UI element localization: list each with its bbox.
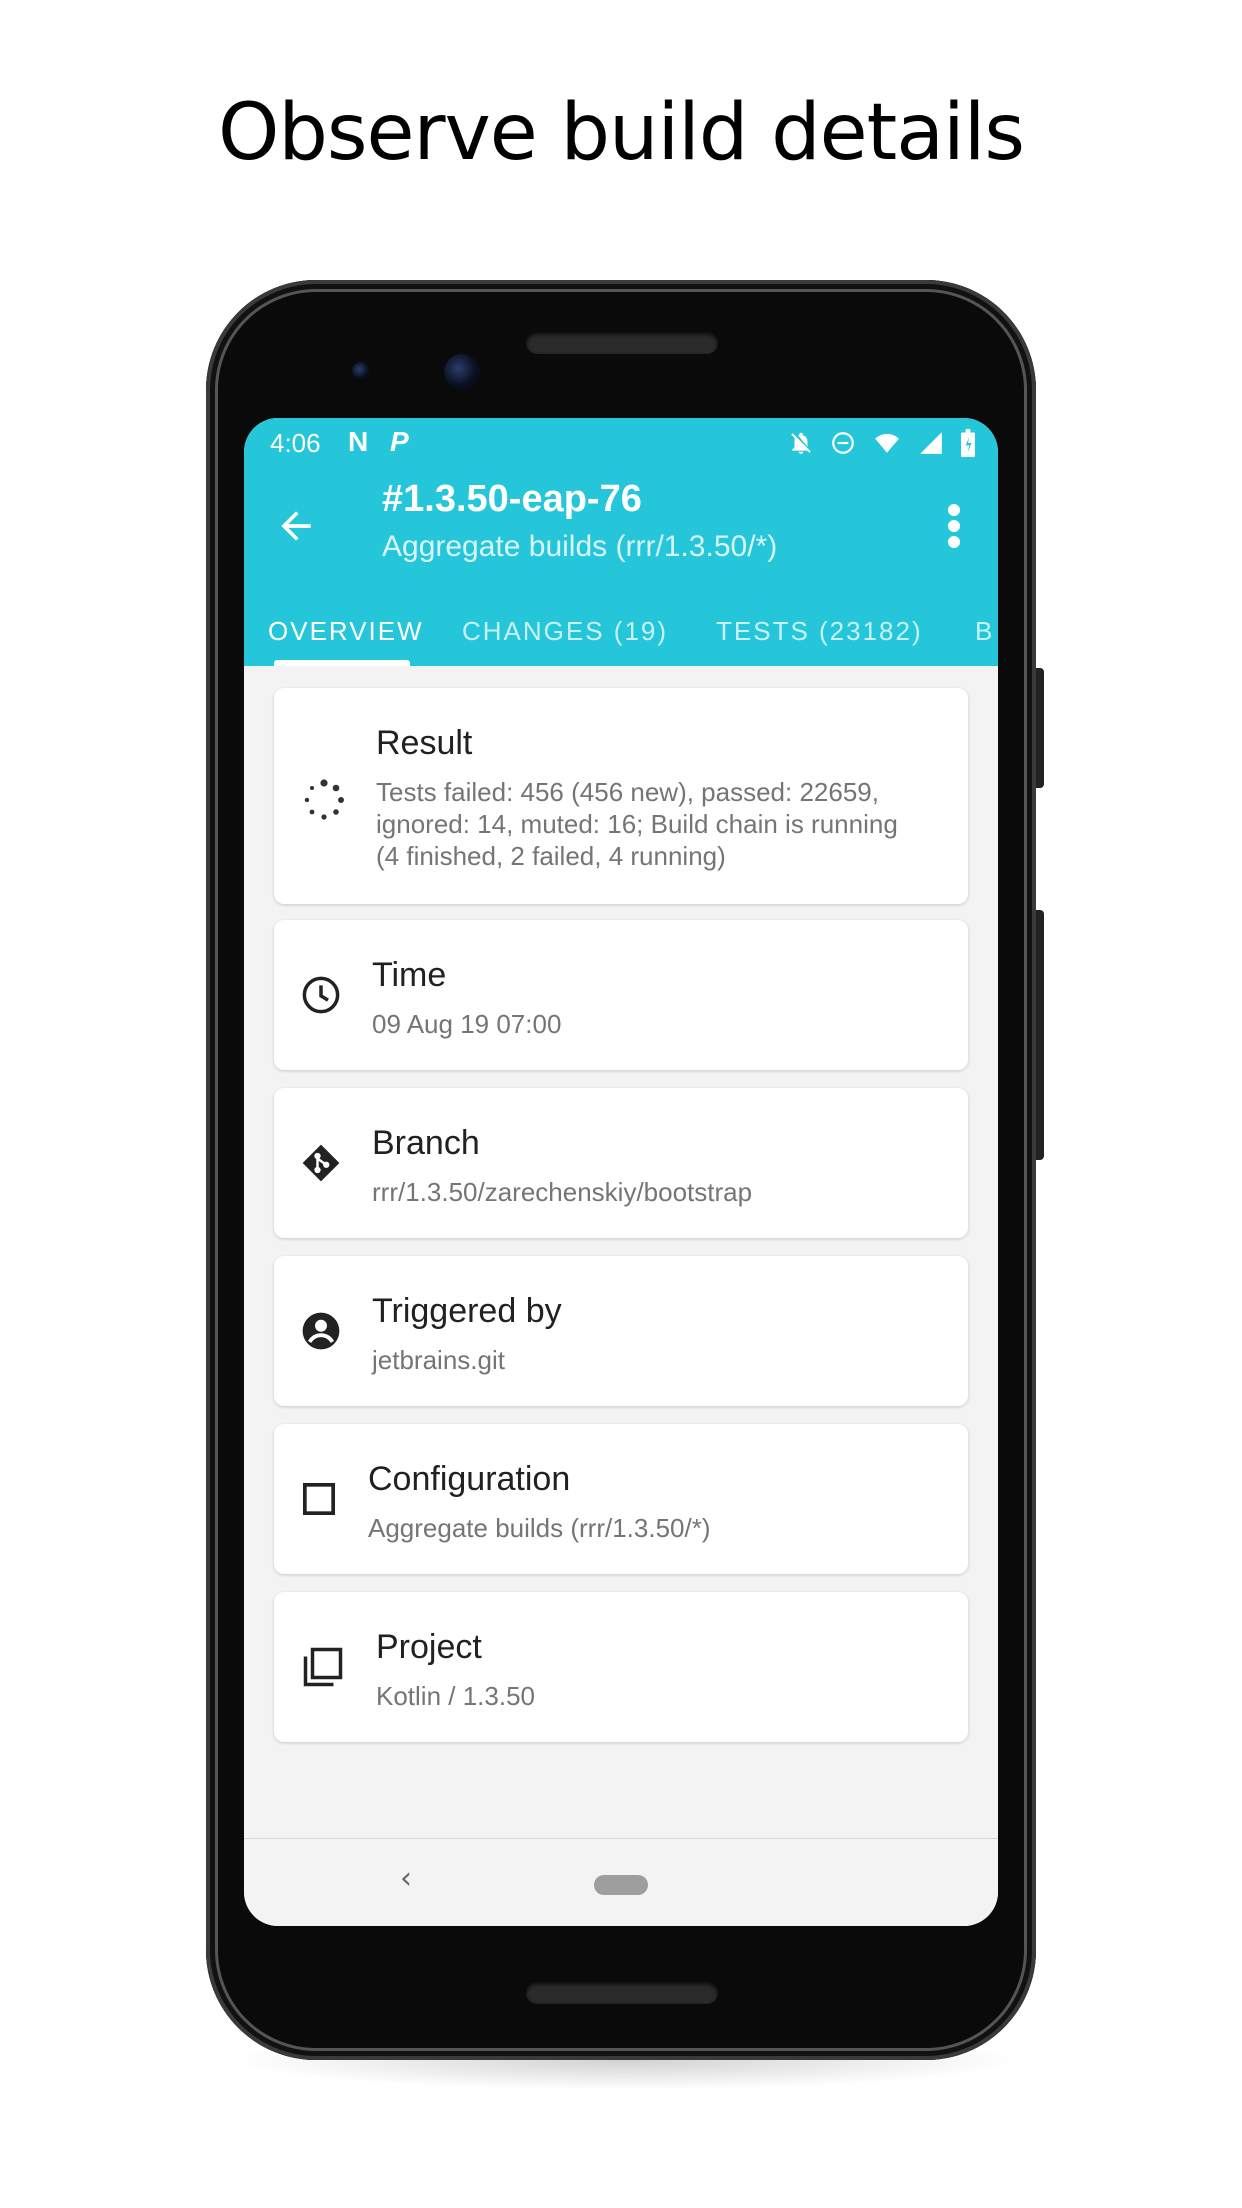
result-line-2: ignored: 14, muted: 16; Build chain is r… bbox=[376, 809, 898, 839]
tab-changes[interactable]: CHANGES (19) bbox=[462, 616, 668, 647]
nav-home-pill[interactable] bbox=[594, 1875, 648, 1895]
configuration-value: Aggregate builds (rrr/1.3.50/*) bbox=[368, 1513, 711, 1543]
triggered-by-card[interactable]: Triggered by jetbrains.git bbox=[274, 1256, 968, 1406]
loading-spinner-icon bbox=[304, 779, 344, 820]
project-title: Project bbox=[376, 1628, 482, 1666]
result-card[interactable]: Result Tests failed: 456 (456 new), pass… bbox=[274, 688, 968, 904]
project-value: Kotlin / 1.3.50 bbox=[376, 1681, 535, 1711]
result-line-3: (4 finished, 2 failed, 4 running) bbox=[376, 841, 726, 871]
tab-tests[interactable]: TESTS (23182) bbox=[716, 616, 923, 647]
status-time: 4:06 bbox=[270, 428, 321, 458]
library-icon bbox=[303, 1647, 343, 1687]
triggered-by-title: Triggered by bbox=[372, 1292, 562, 1330]
configuration-card[interactable]: Configuration Aggregate builds (rrr/1.3.… bbox=[274, 1424, 968, 1574]
git-branch-icon bbox=[302, 1144, 340, 1182]
configuration-title: Configuration bbox=[368, 1460, 571, 1498]
back-arrow-icon[interactable] bbox=[274, 504, 318, 548]
result-title: Result bbox=[376, 724, 473, 762]
tab-indicator bbox=[274, 660, 410, 666]
branch-title: Branch bbox=[372, 1124, 480, 1162]
triggered-by-value: jetbrains.git bbox=[372, 1345, 505, 1375]
checkbox-outline-icon bbox=[302, 1482, 336, 1516]
system-nav-bar: ‹ bbox=[244, 1838, 998, 1926]
build-number-title: #1.3.50-eap-76 bbox=[382, 478, 642, 520]
status-icons bbox=[788, 428, 976, 458]
result-line-1: Tests failed: 456 (456 new), passed: 226… bbox=[376, 777, 879, 807]
project-card[interactable]: Project Kotlin / 1.3.50 bbox=[274, 1592, 968, 1742]
battery-icon bbox=[961, 429, 975, 457]
tab-more-partial[interactable]: B bbox=[975, 616, 994, 647]
screen: 4:06 N P #1.3.50-eap-76 Aggregate builds… bbox=[244, 418, 998, 1926]
p-notification-icon: P bbox=[390, 426, 409, 457]
front-camera bbox=[444, 354, 480, 390]
headline: Observe build details bbox=[218, 88, 1025, 178]
branch-card[interactable]: Branch rrr/1.3.50/zarechenskiy/bootstrap bbox=[274, 1088, 968, 1238]
bottom-speaker bbox=[526, 1982, 718, 2004]
tab-bar: OVERVIEW CHANGES (19) TESTS (23182) B bbox=[244, 600, 998, 666]
do-not-disturb-icon bbox=[832, 432, 854, 454]
build-config-subtitle: Aggregate builds (rrr/1.3.50/*) bbox=[382, 530, 778, 563]
clock-icon bbox=[302, 976, 340, 1014]
time-card[interactable]: Time 09 Aug 19 07:00 bbox=[274, 920, 968, 1070]
branch-value: rrr/1.3.50/zarechenskiy/bootstrap bbox=[372, 1177, 753, 1207]
nav-back-button[interactable]: ‹ bbox=[400, 1861, 412, 1896]
top-speaker bbox=[526, 332, 718, 354]
more-vert-icon[interactable] bbox=[944, 502, 964, 550]
app-bar: 4:06 N P #1.3.50-eap-76 Aggregate builds… bbox=[244, 418, 998, 666]
n-notification-icon: N bbox=[348, 426, 369, 457]
time-value: 09 Aug 19 07:00 bbox=[372, 1009, 562, 1039]
status-bar: 4:06 N P bbox=[244, 418, 998, 470]
wifi-icon bbox=[875, 433, 899, 453]
cellular-signal-icon bbox=[920, 432, 942, 454]
account-circle-icon bbox=[302, 1312, 340, 1350]
tab-overview[interactable]: OVERVIEW bbox=[268, 616, 424, 647]
volume-button bbox=[1036, 910, 1044, 1160]
front-sensor bbox=[352, 362, 370, 380]
power-button bbox=[1036, 668, 1044, 788]
notifications-off-icon bbox=[791, 432, 811, 454]
time-title: Time bbox=[372, 956, 447, 994]
